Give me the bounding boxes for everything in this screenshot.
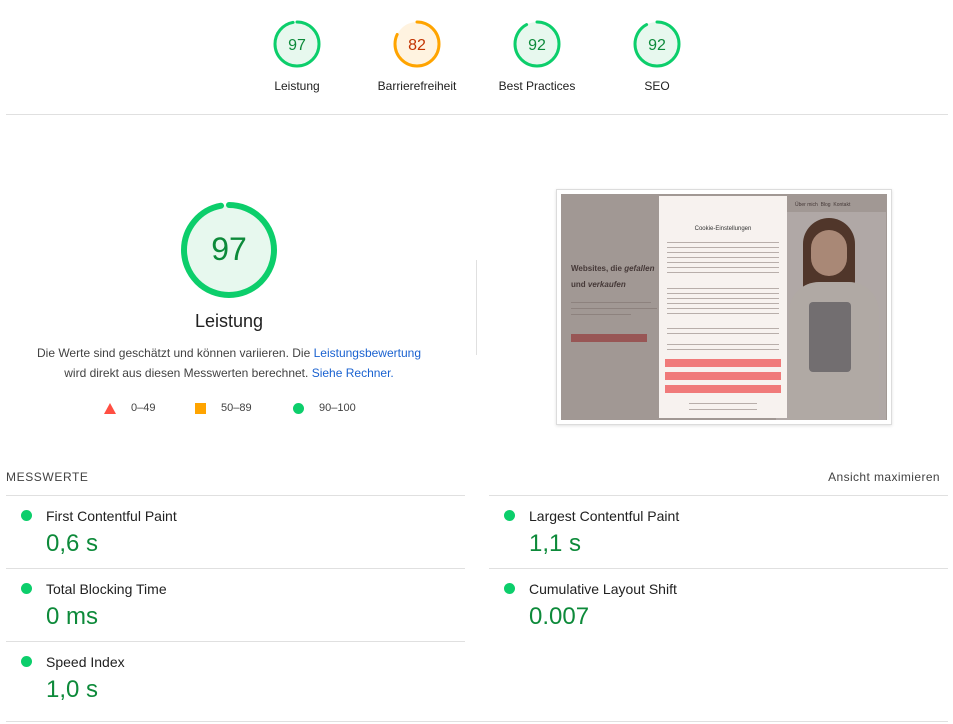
modal-text-line — [667, 262, 779, 263]
cookie-modal-title: Cookie-Einstellungen — [694, 226, 752, 232]
metric-value: 0.007 — [529, 603, 590, 630]
performance-score: 97 — [211, 231, 247, 267]
final-screenshot[interactable]: Über mich Blog Kontakt Websites, die gef… — [556, 189, 892, 425]
modal-text-line — [667, 344, 779, 345]
metric-value: 1,1 s — [529, 530, 582, 557]
gauge-label-1: Barrierefreiheit — [377, 79, 457, 93]
metric-label: Cumulative Layout Shift — [529, 581, 677, 597]
modal-text-line — [667, 242, 779, 243]
pass-circle-icon — [504, 583, 515, 594]
gauge-ring-icon: 97 — [273, 20, 321, 68]
metric-speed-index: Speed Index 1,0 s — [6, 642, 446, 714]
metric-value: 0,6 s — [46, 530, 99, 557]
modal-text-line — [667, 303, 779, 304]
metric-value: 0 ms — [46, 603, 99, 630]
metric-total-blocking-time: Total Blocking Time 0 ms — [6, 569, 446, 641]
pass-circle-icon — [21, 583, 32, 594]
gauge-ring-icon: 82 — [393, 20, 441, 68]
scoring-link[interactable]: Leistungsbewertung — [314, 346, 421, 360]
modal-text-line — [667, 267, 779, 268]
pass-circle-icon — [21, 656, 32, 667]
gauge-score-0: 97 — [288, 37, 306, 54]
gauge-label-3: SEO — [644, 79, 670, 93]
legend-pass-range: 90–100 — [319, 402, 356, 414]
metric-largest-contentful-paint: Largest Contentful Paint 1,1 s — [489, 496, 929, 568]
modal-text-line — [667, 247, 779, 248]
modal-settings-button — [665, 385, 781, 393]
modal-text-line — [667, 349, 779, 350]
square-icon — [195, 403, 206, 414]
gauge-score-1: 82 — [408, 37, 426, 54]
modal-text-line — [667, 328, 779, 329]
gauge-label-2: Best Practices — [498, 79, 576, 93]
performance-description: Die Werte sind geschätzt und können vari… — [30, 343, 428, 383]
metric-label: Total Blocking Time — [46, 581, 167, 597]
modal-text-line — [667, 257, 779, 258]
description-text-2: wird direkt aus diesen Messwerten berech… — [64, 366, 309, 380]
cookie-modal: Cookie-Einstellungen — [659, 196, 787, 418]
pass-circle-icon — [21, 510, 32, 521]
modal-text-line — [667, 333, 779, 334]
modal-text-line — [667, 298, 779, 299]
circle-icon — [293, 403, 304, 414]
modal-text-line — [667, 288, 779, 289]
triangle-icon — [104, 403, 116, 414]
modal-text-line — [667, 272, 779, 273]
metric-label: First Contentful Paint — [46, 508, 177, 524]
header-divider — [6, 114, 948, 115]
gauge-barrierefreiheit[interactable]: 82 Barrierefreiheit — [362, 19, 472, 93]
performance-gauge: 97 — [181, 202, 277, 298]
modal-footer-link — [689, 403, 757, 404]
vertical-separator — [476, 260, 477, 355]
modal-accept-button — [665, 359, 781, 367]
category-gauges: 97 Leistung 82 Barrierefreiheit 92 Best … — [0, 0, 953, 114]
gauge-score-2: 92 — [528, 37, 546, 54]
expand-view-toggle[interactable]: Ansicht maximieren — [780, 470, 940, 484]
legend-average-range: 50–89 — [221, 402, 252, 414]
screenshot-image: Über mich Blog Kontakt Websites, die gef… — [561, 194, 887, 420]
pass-circle-icon — [504, 510, 515, 521]
legend-fail-range: 0–49 — [131, 402, 156, 414]
calculator-link[interactable]: Siehe Rechner. — [312, 366, 394, 380]
gauge-best-practices[interactable]: 92 Best Practices — [482, 19, 592, 93]
metric-label: Speed Index — [46, 654, 125, 670]
gauge-score-3: 92 — [648, 37, 666, 54]
modal-reject-button — [665, 372, 781, 380]
description-text-1: Die Werte sind geschätzt und können vari… — [36, 346, 311, 360]
modal-footer-link — [689, 409, 757, 410]
metric-cumulative-layout-shift: Cumulative Layout Shift 0.007 — [489, 569, 929, 641]
performance-title: Leistung — [194, 311, 264, 331]
modal-text-line — [667, 313, 779, 314]
metric-first-contentful-paint: First Contentful Paint 0,6 s — [6, 496, 446, 568]
gauge-ring-icon: 92 — [633, 20, 681, 68]
metrics-section-title: MESSWERTE — [6, 470, 89, 484]
gauge-label-0: Leistung — [274, 79, 320, 93]
gauge-seo[interactable]: 92 SEO — [602, 19, 712, 93]
metric-divider-bottom — [6, 721, 948, 722]
modal-text-line — [667, 308, 779, 309]
metric-label: Largest Contentful Paint — [529, 508, 680, 524]
gauge-leistung[interactable]: 97 Leistung — [242, 19, 352, 93]
metric-value: 1,0 s — [46, 676, 99, 703]
modal-text-line — [667, 252, 779, 253]
gauge-ring-icon: 92 — [513, 20, 561, 68]
modal-text-line — [667, 293, 779, 294]
